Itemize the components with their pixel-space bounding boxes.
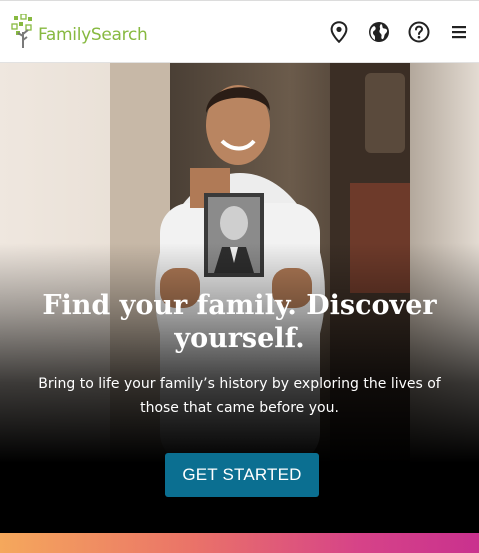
hero-section: Find your family. Discover yourself. Bri… — [0, 63, 479, 533]
logo-text: FamilySearch — [38, 25, 148, 45]
hero-subtitle: Bring to life your family’s history by e… — [38, 376, 441, 416]
menu-icon[interactable] — [447, 20, 471, 44]
familysearch-logo[interactable]: FamilySearch — [11, 13, 148, 49]
hero-title: Find your family. Discover yourself. — [42, 290, 437, 354]
decorative-gradient-band — [0, 533, 479, 553]
globe-icon[interactable] — [367, 20, 391, 44]
help-icon[interactable] — [407, 20, 431, 44]
header-icon-group — [311, 20, 471, 44]
top-navigation-bar: FamilySearch — [0, 0, 479, 63]
get-started-button[interactable]: GET STARTED — [165, 453, 319, 497]
location-pin-icon[interactable] — [327, 20, 351, 44]
family-tree-icon — [11, 14, 32, 48]
